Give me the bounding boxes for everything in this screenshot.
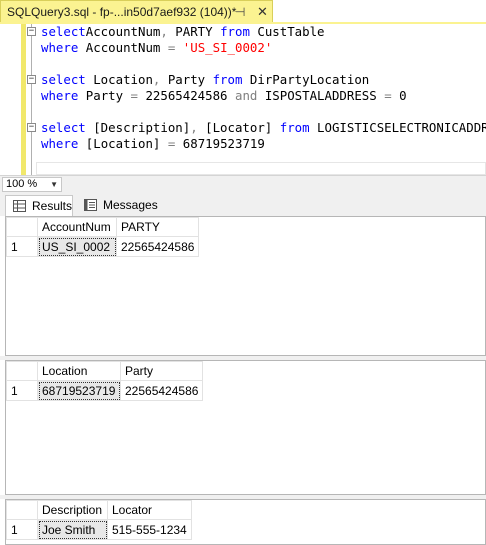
zoom-bar: 100 % ▼ — [0, 175, 486, 193]
tab-results-label: Results — [32, 199, 73, 213]
code-token: [Location] — [78, 136, 168, 151]
row-number[interactable]: 1 — [6, 380, 38, 401]
table-cell[interactable]: 68719523719 — [37, 380, 121, 401]
code-token: CustTable — [249, 24, 325, 39]
close-icon[interactable]: ✕ — [257, 1, 268, 23]
column-header[interactable]: Locator — [107, 500, 192, 520]
code-token: AccountNum — [78, 40, 168, 55]
grid-corner[interactable] — [6, 361, 38, 381]
table-cell[interactable]: Joe Smith — [37, 519, 108, 540]
code-token: ISPOSTALADDRESS — [257, 88, 385, 103]
code-token: 0 — [391, 88, 407, 103]
current-line-highlight — [36, 162, 486, 175]
code-token: from — [220, 24, 250, 39]
grid-corner[interactable] — [6, 500, 38, 520]
document-tab[interactable]: SQLQuery3.sql - fp-...in50d7aef932 (104)… — [0, 0, 273, 22]
code-line[interactable]: selectAccountNum, PARTY from CustTable — [41, 24, 325, 40]
code-token: = — [130, 88, 138, 103]
code-token: , — [190, 120, 198, 135]
document-tab-title: SQLQuery3.sql - fp-...in50d7aef932 (104)… — [7, 5, 237, 19]
code-line[interactable]: select [Description], [Locator] from LOG… — [41, 120, 486, 136]
code-token: 'US_SI_0002' — [182, 40, 273, 55]
code-token: select — [41, 24, 86, 39]
code-token: Party — [78, 88, 131, 103]
row-number[interactable]: 1 — [6, 519, 38, 540]
code-token: [Locator] — [197, 120, 280, 135]
table-row[interactable]: 1 Joe Smith 515-555-1234 — [6, 519, 192, 540]
result-grid-2[interactable]: Location Party 1 68719523719 22565424586 — [5, 360, 486, 495]
zoom-dropdown[interactable]: 100 % ▼ — [2, 177, 62, 192]
change-tracking-margin — [21, 24, 26, 175]
code-line[interactable]: where Party = 22565424586 and ISPOSTALAD… — [41, 88, 407, 104]
column-header[interactable]: Party — [119, 361, 204, 381]
table-cell[interactable]: 22565424586 — [119, 380, 204, 401]
column-header[interactable]: PARTY — [115, 217, 200, 237]
code-line[interactable]: where [Location] = 68719523719 — [41, 136, 265, 152]
table-row[interactable]: 1 US_SI_0002 22565424586 — [6, 236, 200, 257]
code-token: 22565424586 — [138, 88, 235, 103]
grid-icon — [13, 200, 26, 212]
tab-results[interactable]: Results — [5, 195, 73, 216]
code-token: , — [160, 24, 168, 39]
result-grid-1[interactable]: AccountNum PARTY 1 US_SI_0002 2256542458… — [5, 216, 486, 356]
code-token: 68719523719 — [175, 136, 265, 151]
chevron-down-icon: ▼ — [50, 180, 58, 189]
code-token: DirPartyLocation — [242, 72, 370, 87]
tab-messages-label: Messages — [103, 198, 158, 212]
code-token: from — [279, 120, 310, 135]
outline-bar — [31, 24, 32, 175]
code-token: = — [384, 88, 392, 103]
messages-icon — [84, 199, 97, 211]
table-cell[interactable]: 22565424586 — [115, 236, 200, 257]
result-table: Description Locator 1 Joe Smith 515-555-… — [6, 500, 192, 540]
result-table: AccountNum PARTY 1 US_SI_0002 2256542458… — [6, 217, 200, 257]
column-header[interactable]: Location — [37, 361, 121, 381]
column-header[interactable]: AccountNum — [37, 217, 117, 237]
code-token: where — [41, 40, 79, 55]
grid-corner[interactable] — [6, 217, 38, 237]
collapse-icon[interactable]: − — [27, 123, 36, 132]
pin-icon[interactable]: ⊣ — [235, 1, 245, 23]
code-token: select — [41, 72, 86, 87]
results-tab-strip: Results Messages — [0, 193, 486, 216]
code-token: Party — [160, 72, 213, 87]
code-token: and — [234, 88, 258, 103]
code-token: AccountNum — [85, 24, 161, 39]
code-token: PARTY — [167, 24, 221, 39]
code-token: LOGISTICSELECTRONICADDRESS — [317, 120, 486, 135]
code-token: from — [212, 72, 243, 87]
column-header[interactable]: Description — [37, 500, 108, 520]
code-token: where — [41, 136, 79, 151]
table-row[interactable]: 1 68719523719 22565424586 — [6, 380, 204, 401]
collapse-icon[interactable]: − — [27, 75, 36, 84]
code-line[interactable]: where AccountNum = 'US_SI_0002' — [41, 40, 272, 56]
code-token: select — [41, 120, 86, 135]
result-table: Location Party 1 68719523719 22565424586 — [6, 361, 204, 401]
collapse-icon[interactable]: − — [27, 27, 36, 36]
code-token: [Description] — [85, 120, 191, 135]
table-cell[interactable]: 515-555-1234 — [107, 519, 192, 540]
code-line[interactable]: select Location, Party from DirPartyLoca… — [41, 72, 369, 88]
tab-messages[interactable]: Messages — [77, 195, 158, 216]
result-grid-3[interactable]: Description Locator 1 Joe Smith 515-555-… — [5, 499, 486, 545]
code-token: where — [41, 88, 79, 103]
query-editor[interactable]: − − − selectAccountNum, PARTY from CustT… — [0, 24, 486, 175]
zoom-value: 100 % — [6, 178, 38, 190]
table-cell[interactable]: US_SI_0002 — [37, 236, 117, 257]
code-token: Location — [85, 72, 153, 87]
row-number[interactable]: 1 — [6, 236, 38, 257]
